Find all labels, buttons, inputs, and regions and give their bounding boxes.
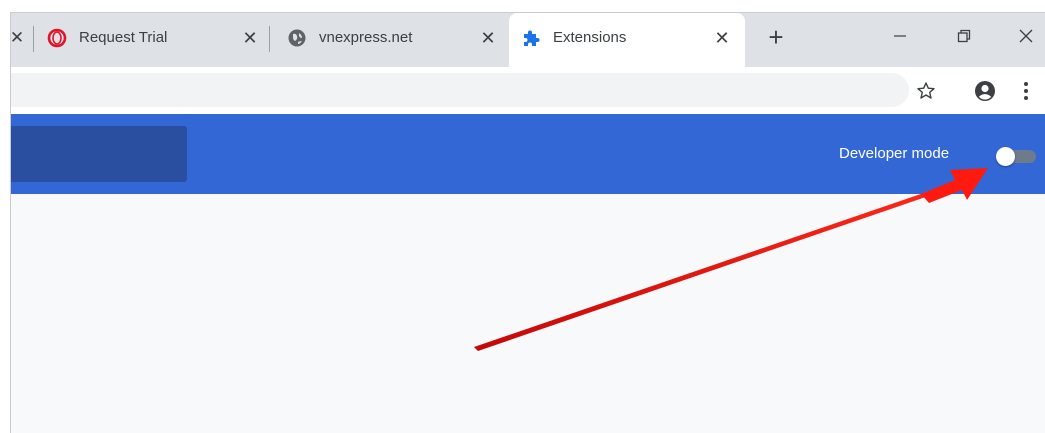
toggle-knob	[996, 147, 1015, 166]
extensions-header: Developer mode	[11, 114, 1045, 194]
restore-icon	[957, 29, 971, 43]
puzzle-icon	[521, 28, 541, 48]
tab-strip: ✕ Request Trial ✕ vnexpress.net ✕ Extens…	[11, 13, 1045, 67]
close-window-button[interactable]	[1011, 23, 1041, 49]
tab-title: Extensions	[553, 29, 627, 46]
opera-icon	[47, 28, 67, 48]
search-extensions-box[interactable]	[11, 126, 187, 182]
bookmark-star-button[interactable]	[914, 79, 938, 103]
tab-close-button[interactable]: ✕	[477, 27, 499, 49]
tab-extensions[interactable]: Extensions ✕	[509, 13, 745, 67]
developer-mode-label: Developer mode	[839, 145, 950, 162]
browser-window: ✕ Request Trial ✕ vnexpress.net ✕ Extens…	[10, 12, 1045, 433]
tab-title: vnexpress.net	[319, 29, 413, 46]
close-icon	[1019, 29, 1033, 43]
minimize-button[interactable]	[885, 23, 915, 49]
tab-close-button[interactable]: ✕	[711, 27, 733, 49]
star-icon	[917, 82, 935, 99]
new-tab-button[interactable]: +	[763, 24, 789, 51]
previous-tab-close-button[interactable]: ✕	[11, 27, 26, 49]
tab-vnexpress[interactable]: vnexpress.net ✕	[275, 13, 507, 67]
globe-icon	[287, 28, 307, 48]
profile-button[interactable]	[972, 78, 998, 104]
restore-button[interactable]	[949, 23, 979, 49]
minimize-icon	[894, 35, 906, 37]
browser-toolbar	[11, 67, 1045, 114]
tab-close-button[interactable]: ✕	[239, 27, 261, 49]
tab-title: Request Trial	[79, 29, 168, 46]
developer-mode-toggle[interactable]	[996, 147, 1038, 166]
tab-separator	[269, 26, 270, 52]
address-bar[interactable]	[11, 73, 909, 107]
tab-request-trial[interactable]: Request Trial ✕	[35, 13, 269, 67]
extensions-content-area	[11, 194, 1045, 433]
tab-separator	[33, 26, 34, 52]
account-circle-icon	[975, 81, 995, 101]
more-vertical-icon	[1024, 82, 1028, 100]
menu-button[interactable]	[1017, 78, 1035, 104]
